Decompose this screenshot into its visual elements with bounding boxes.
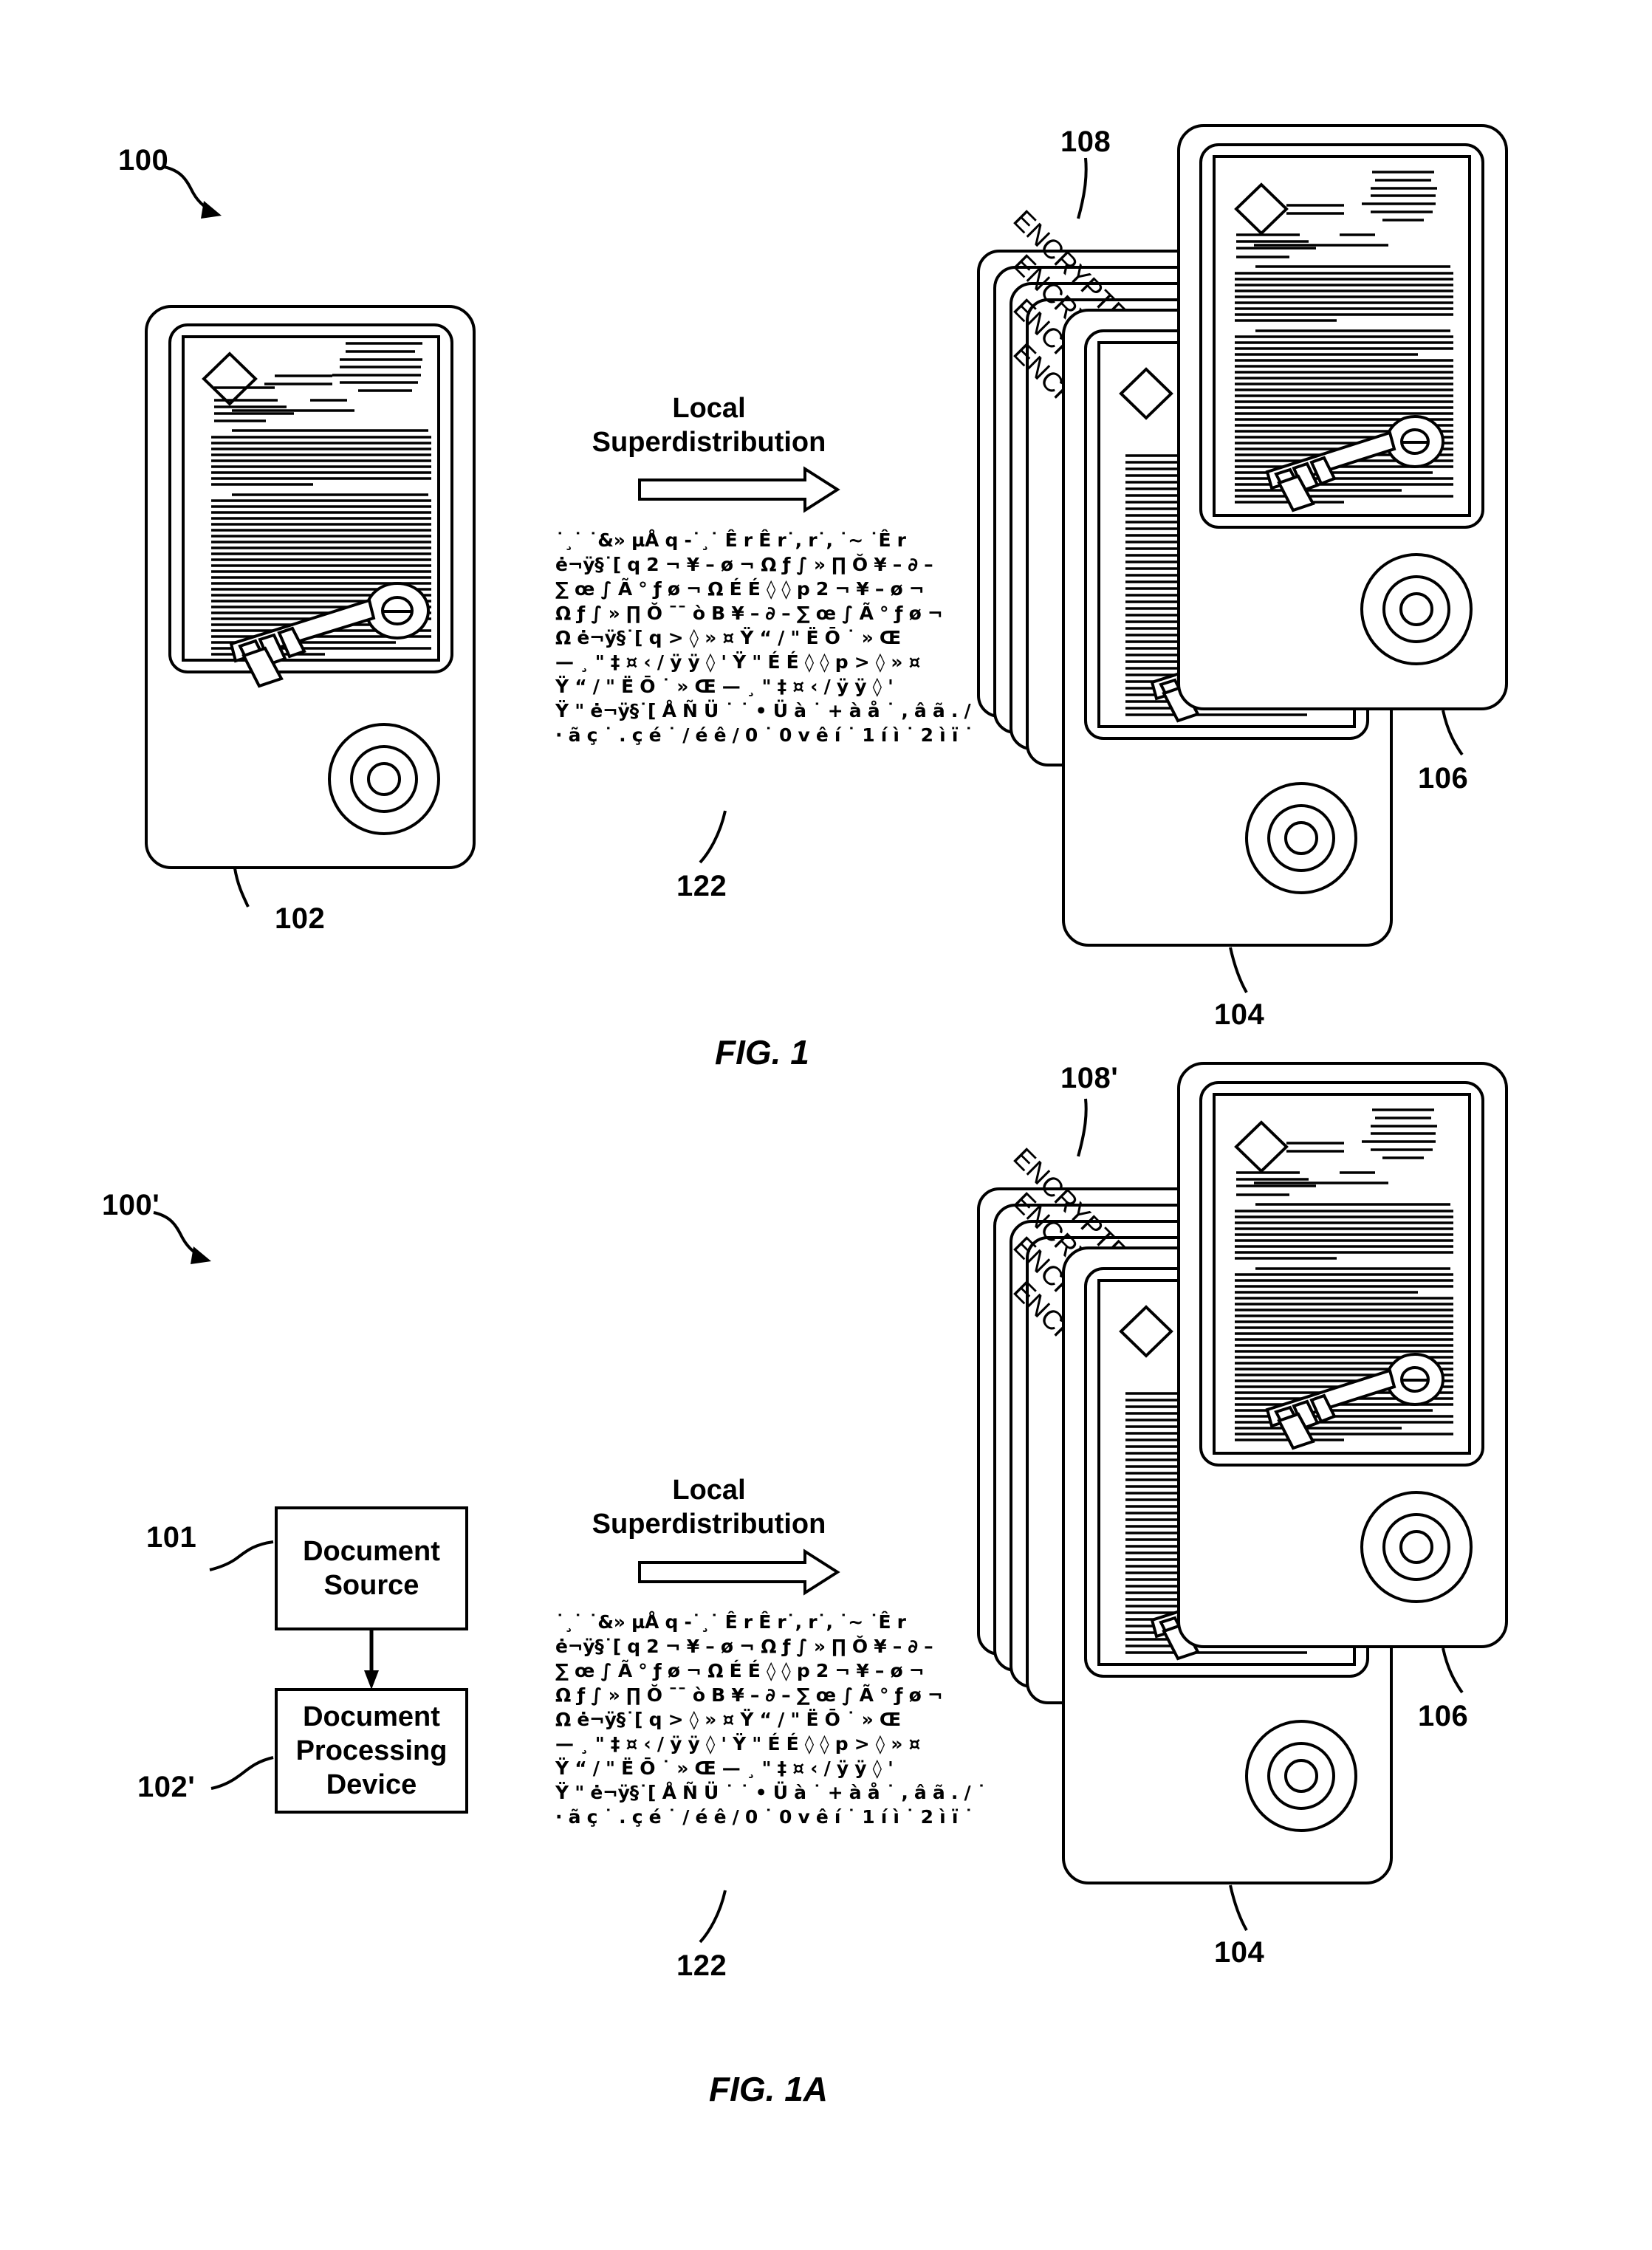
- ref-104: 104: [1214, 1936, 1265, 1969]
- device-106-graphic: [1177, 124, 1508, 710]
- figure-1a: 100' Document Source Document Processing…: [0, 1062, 1652, 2250]
- ref-106: 106: [1418, 762, 1469, 795]
- ref-108: 108: [1060, 126, 1111, 158]
- device-106-graphic: [1177, 1062, 1508, 1648]
- fig1-right-cluster: ENCRYPTED ENCRYPT ENCR ENCR: [977, 124, 1508, 993]
- figure-1: 100 102 Local Superdistribution ˙¸˙ ˙&» …: [0, 0, 1652, 1108]
- ref-108-prime: 108': [1060, 1062, 1119, 1094]
- figure-1a-caption: FIG. 1A: [709, 2070, 829, 2108]
- ref-104: 104: [1214, 998, 1265, 1031]
- ref-106: 106: [1418, 1700, 1469, 1732]
- figure-1-caption: FIG. 1: [715, 1033, 809, 1071]
